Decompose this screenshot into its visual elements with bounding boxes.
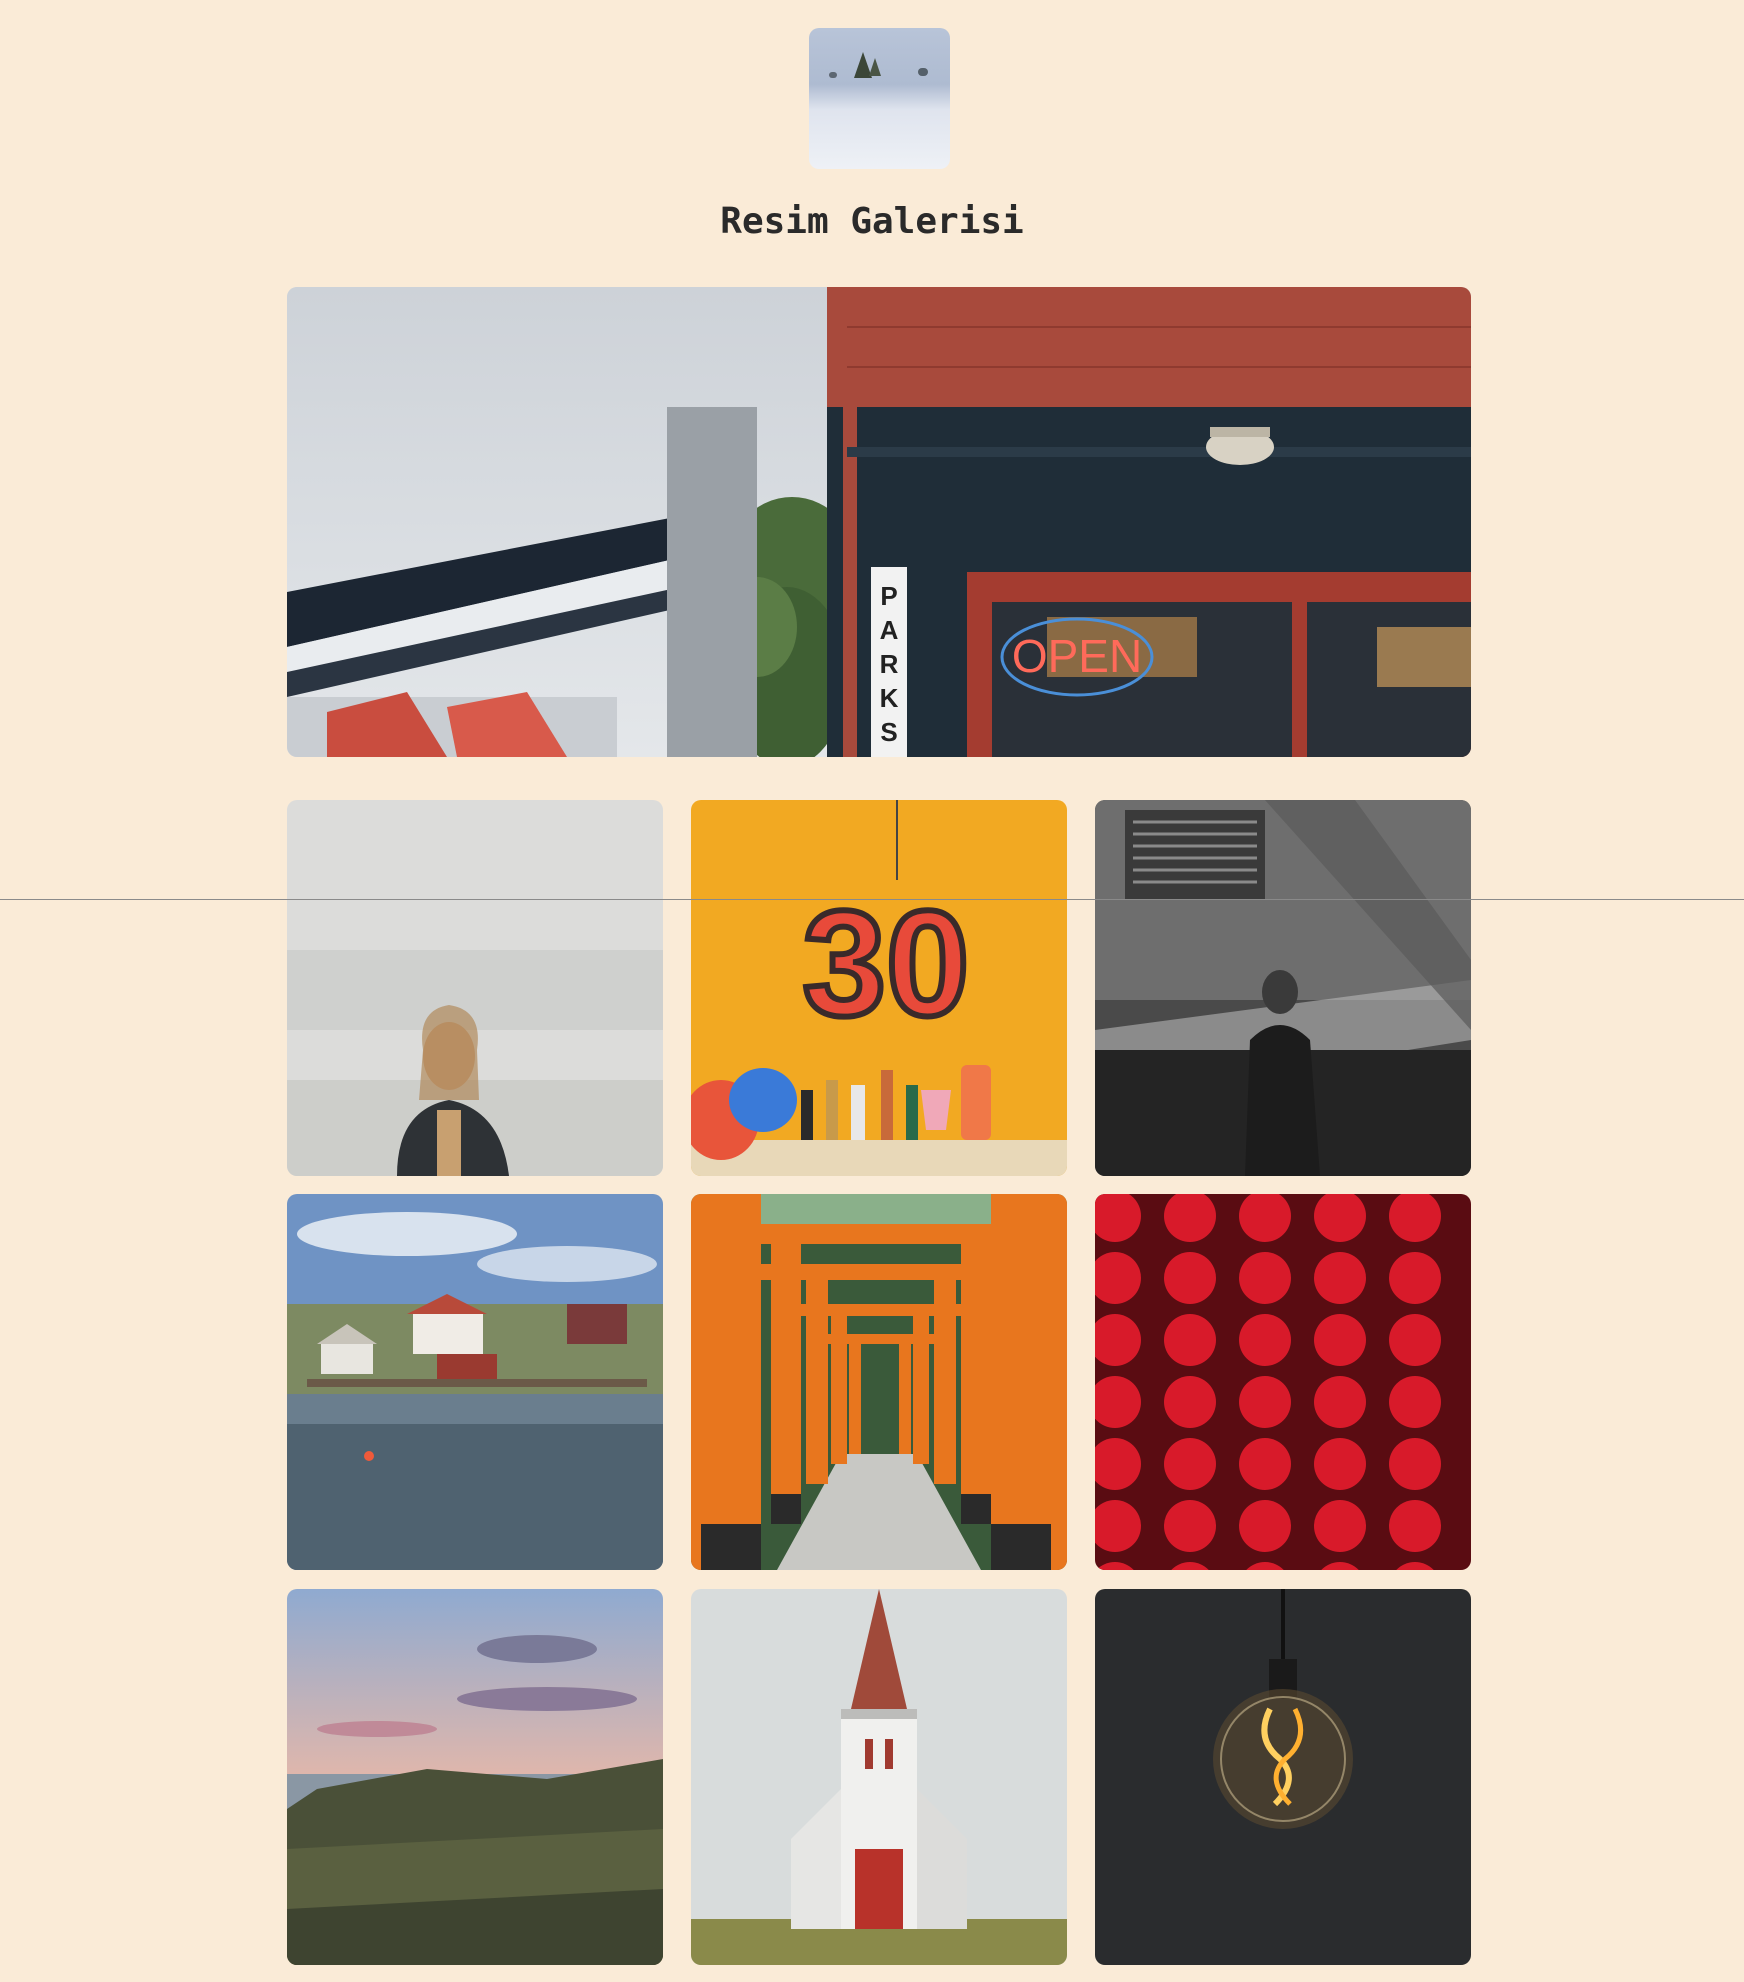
gallery-item-6[interactable]	[1095, 1194, 1471, 1570]
number-30-text: 30	[803, 879, 970, 1047]
woman-shadows-bw-photo-icon	[1095, 800, 1471, 1176]
tree-icon	[869, 58, 881, 76]
open-sign: OPEN	[1012, 630, 1142, 682]
park-sign-letter: A	[880, 615, 899, 645]
number-30-pinata-photo-icon: 30	[691, 800, 1067, 1176]
page-title: Resim Galerisi	[720, 201, 1024, 242]
coast-sunset-photo-icon	[287, 1589, 663, 1965]
storefront-photo-icon: OPEN P A R K S	[287, 287, 1471, 757]
gallery-item-9[interactable]	[1095, 1589, 1471, 1965]
rock-icon	[918, 68, 928, 76]
gallery-item-8[interactable]	[691, 1589, 1067, 1965]
divider-line	[0, 899, 1744, 900]
park-sign-letter: S	[880, 717, 897, 747]
park-sign-letter: P	[880, 581, 897, 611]
gallery-item-1[interactable]	[287, 800, 663, 1176]
gallery-item-7[interactable]	[287, 1589, 663, 1965]
rock-icon	[829, 72, 837, 78]
woman-portrait-fog-photo-icon	[287, 800, 663, 1176]
park-sign-letter: K	[880, 683, 899, 713]
gallery-item-2[interactable]: 30	[691, 800, 1067, 1176]
white-chapel-photo-icon	[691, 1589, 1067, 1965]
gallery-item-3[interactable]	[1095, 800, 1471, 1176]
hero-image[interactable]: OPEN P A R K S	[287, 287, 1471, 757]
gallery-item-4[interactable]	[287, 1194, 663, 1570]
park-sign-letter: R	[880, 649, 899, 679]
gallery-item-5[interactable]	[691, 1194, 1067, 1570]
light-bulb-photo-icon	[1095, 1589, 1471, 1965]
site-logo[interactable]	[809, 28, 950, 169]
torii-gates-photo-icon	[691, 1194, 1067, 1570]
lake-village-photo-icon	[287, 1194, 663, 1570]
red-lanterns-photo-icon	[1095, 1194, 1471, 1570]
